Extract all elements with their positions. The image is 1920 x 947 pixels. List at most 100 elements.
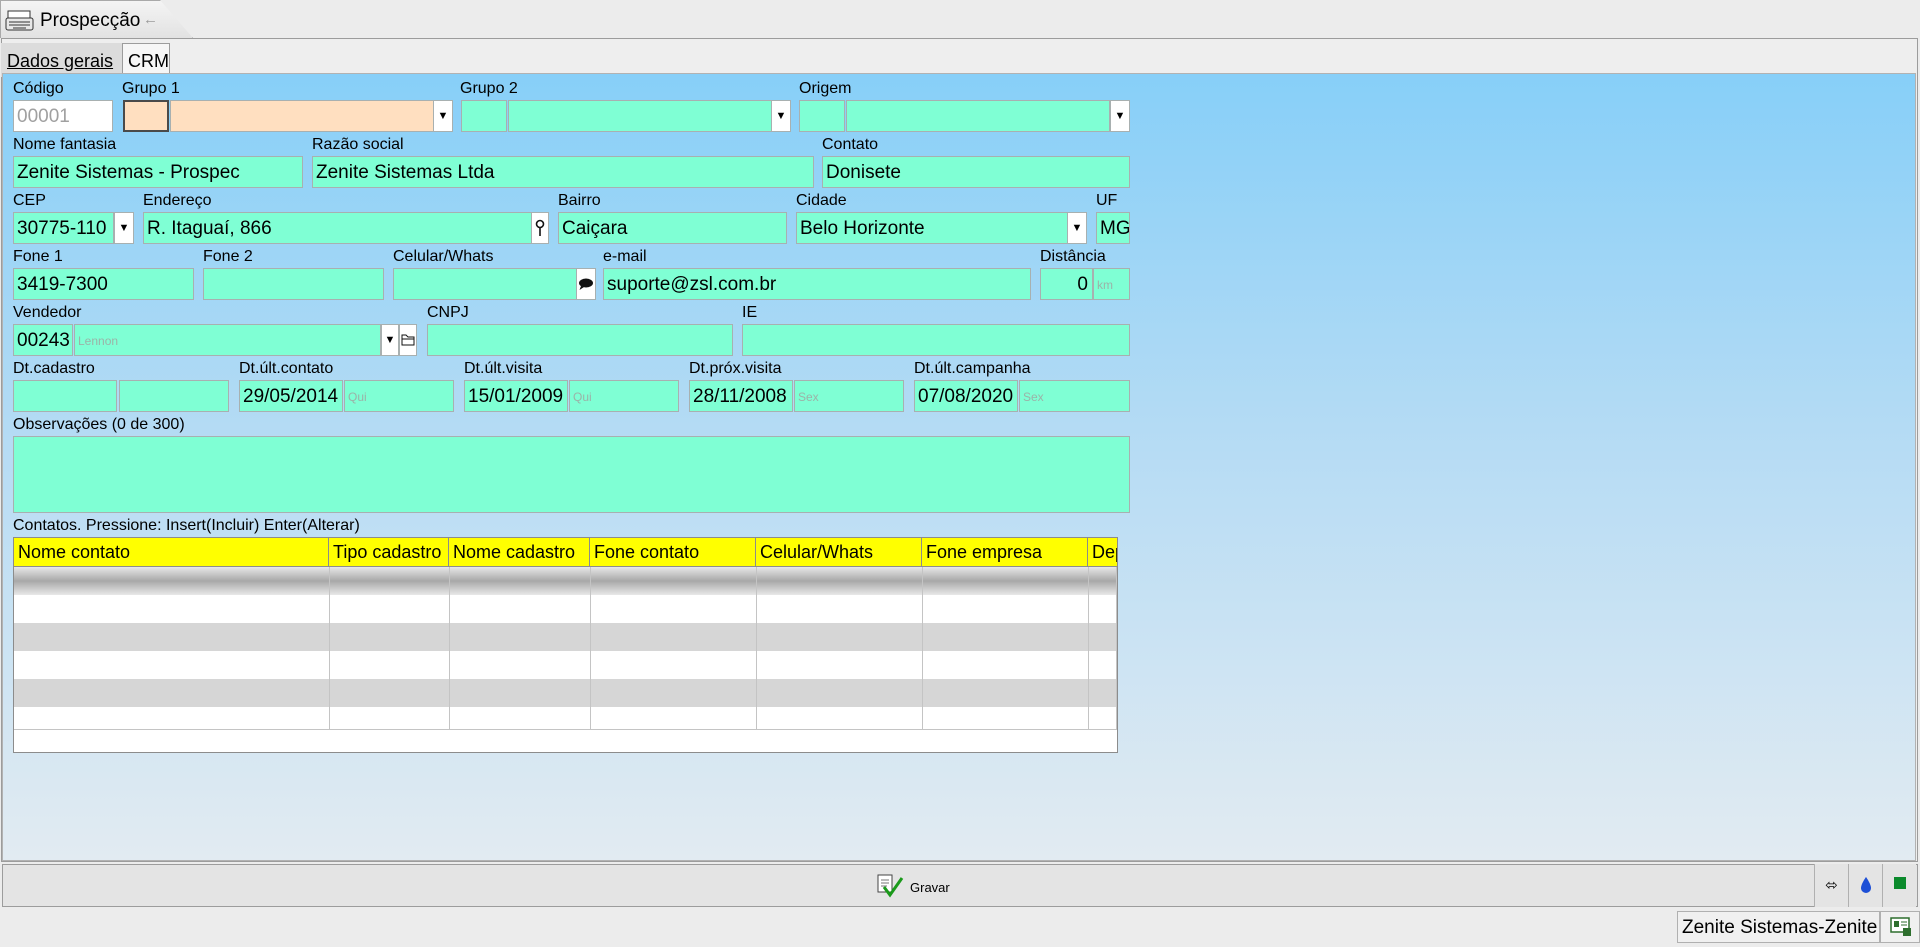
fone2-label: Fone 2: [203, 248, 253, 265]
col-nome-contato[interactable]: Nome contato: [14, 538, 329, 567]
col-nome-cadastro[interactable]: Nome cadastro: [449, 538, 590, 567]
cep-label: CEP: [13, 192, 46, 209]
grid-divider: [1088, 567, 1089, 729]
table-row[interactable]: [14, 595, 1116, 623]
origem-code-field[interactable]: [799, 100, 845, 132]
cidade-field[interactable]: Belo Horizonte: [796, 212, 1068, 244]
origem-label: Origem: [799, 80, 852, 97]
grupo2-name-field[interactable]: [508, 100, 772, 132]
col-celular-whats[interactable]: Celular/Whats: [756, 538, 922, 567]
vendedor-name-field: Lennon: [74, 324, 381, 356]
grupo1-name-field[interactable]: [170, 100, 434, 132]
uf-field[interactable]: MG: [1096, 212, 1130, 244]
email-field[interactable]: suporte@zsl.com.br: [603, 268, 1031, 300]
window-title: Prospecção: [40, 10, 141, 31]
dt-ult-contato-field[interactable]: 29/05/2014: [239, 380, 343, 412]
folder-icon[interactable]: [399, 324, 417, 356]
fone1-label: Fone 1: [13, 248, 63, 265]
table-row[interactable]: [14, 651, 1116, 679]
grid-header: Nome contato Tipo cadastro Nome cadastro…: [14, 538, 1117, 567]
dt-prox-visita-label: Dt.próx.visita: [689, 360, 782, 377]
whatsapp-icon[interactable]: [576, 268, 596, 300]
cnpj-field[interactable]: [427, 324, 733, 356]
grupo1-label: Grupo 1: [122, 80, 180, 97]
cep-dropdown-icon[interactable]: ▼: [114, 212, 134, 244]
map-pin-icon[interactable]: [531, 212, 549, 244]
ie-label: IE: [742, 304, 758, 321]
cep-field[interactable]: 30775-110: [13, 212, 114, 244]
col-tipo-cadastro[interactable]: Tipo cadastro: [329, 538, 449, 567]
contato-label: Contato: [822, 136, 879, 153]
ie-field[interactable]: [742, 324, 1130, 356]
grupo1-dropdown-icon[interactable]: ▼: [433, 100, 453, 132]
cidade-dropdown-icon[interactable]: ▼: [1067, 212, 1087, 244]
nome-fantasia-field[interactable]: Zenite Sistemas - Prospec: [13, 156, 303, 188]
origem-dropdown-icon[interactable]: ▼: [1110, 100, 1130, 132]
save-button[interactable]: Gravar: [876, 873, 950, 901]
dt-prox-visita-field[interactable]: 28/11/2008: [689, 380, 793, 412]
observacoes-textarea[interactable]: [13, 436, 1130, 513]
cidade-label: Cidade: [796, 192, 847, 209]
bairro-field[interactable]: Caiçara: [558, 212, 787, 244]
tab-dados-gerais[interactable]: Dados gerais: [1, 43, 122, 77]
razao-social-label: Razão social: [312, 136, 404, 153]
water-drop-icon[interactable]: [1848, 864, 1882, 907]
celular-field[interactable]: [393, 268, 577, 300]
document-tab[interactable]: Prospecção ←: [0, 0, 193, 38]
table-row[interactable]: [14, 679, 1116, 707]
green-square-icon[interactable]: [1882, 864, 1916, 907]
fone2-field[interactable]: [203, 268, 384, 300]
grupo2-dropdown-icon[interactable]: ▼: [771, 100, 791, 132]
table-row[interactable]: [14, 707, 1116, 735]
contato-field[interactable]: Donisete: [822, 156, 1130, 188]
grupo2-code-field[interactable]: [461, 100, 507, 132]
table-row[interactable]: [14, 623, 1116, 651]
col-fone-contato[interactable]: Fone contato: [590, 538, 756, 567]
dt-prox-visita-weekday: Sex: [794, 380, 904, 412]
cnpj-label: CNPJ: [427, 304, 469, 321]
dt-cadastro-weekday: [119, 380, 229, 412]
endereco-label: Endereço: [143, 192, 212, 209]
dt-ult-campanha-weekday: Sex: [1019, 380, 1130, 412]
grupo2-label: Grupo 2: [460, 80, 518, 97]
dt-ult-contato-label: Dt.últ.contato: [239, 360, 334, 377]
fone1-field[interactable]: 3419-7300: [13, 268, 194, 300]
user-card-icon[interactable]: [1880, 911, 1920, 943]
table-row-selected[interactable]: [14, 567, 1116, 595]
dt-cadastro-label: Dt.cadastro: [13, 360, 95, 377]
tab-crm[interactable]: CRM: [122, 43, 170, 77]
grid-divider: [329, 567, 330, 729]
back-arrow-icon[interactable]: ←: [143, 11, 158, 28]
grid-divider: [590, 567, 591, 729]
resize-arrows-icon[interactable]: ⬄: [1814, 864, 1848, 907]
grupo1-code-field[interactable]: [123, 100, 169, 132]
dt-ult-campanha-field[interactable]: 07/08/2020: [914, 380, 1018, 412]
col-dep[interactable]: Dep: [1088, 538, 1117, 567]
dt-ult-visita-weekday: Qui: [569, 380, 679, 412]
typewriter-icon: [5, 10, 35, 32]
razao-social-field[interactable]: Zenite Sistemas Ltda: [312, 156, 814, 188]
codigo-label: Código: [13, 80, 64, 97]
grid-divider: [1116, 567, 1117, 729]
distancia-field[interactable]: 0: [1040, 268, 1093, 300]
dt-cadastro-field[interactable]: [13, 380, 117, 412]
codigo-field[interactable]: 00001: [13, 100, 113, 132]
grid-divider: [14, 729, 1117, 730]
grid-divider: [922, 567, 923, 729]
uf-label: UF: [1096, 192, 1118, 209]
tab-crm-label: CRM: [128, 51, 169, 71]
grid-divider: [756, 567, 757, 729]
contatos-label: Contatos. Pressione: Insert(Incluir) Ent…: [13, 517, 360, 534]
dt-ult-visita-field[interactable]: 15/01/2009: [464, 380, 568, 412]
nome-fantasia-label: Nome fantasia: [13, 136, 117, 153]
vendedor-code-field[interactable]: 00243: [13, 324, 73, 356]
vendedor-dropdown-icon[interactable]: ▼: [381, 324, 399, 356]
celular-label: Celular/Whats: [393, 248, 494, 265]
bottom-toolbar: Gravar: [2, 864, 1918, 907]
dt-ult-visita-label: Dt.últ.visita: [464, 360, 543, 377]
col-fone-empresa[interactable]: Fone empresa: [922, 538, 1088, 567]
vendedor-label: Vendedor: [13, 304, 82, 321]
origem-name-field[interactable]: [846, 100, 1110, 132]
contatos-grid[interactable]: Nome contato Tipo cadastro Nome cadastro…: [13, 537, 1118, 753]
endereco-field[interactable]: R. Itaguaí, 866: [143, 212, 532, 244]
